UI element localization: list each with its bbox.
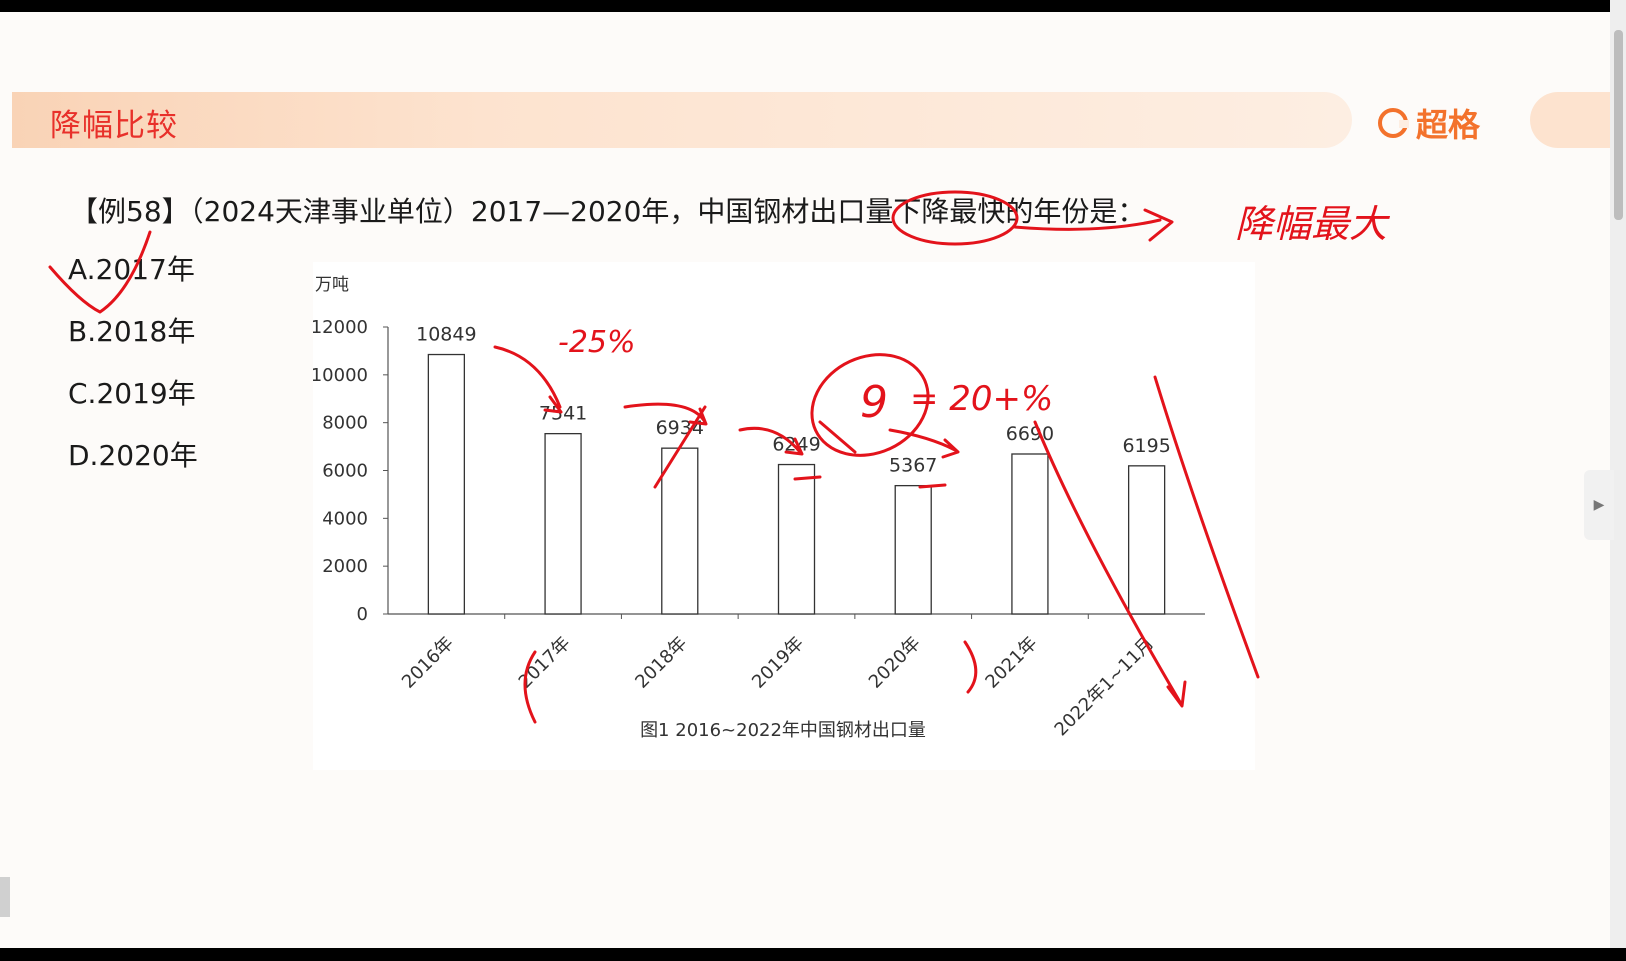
- bar-value-label: 6934: [656, 417, 704, 439]
- option-a[interactable]: A.2017年: [68, 248, 195, 288]
- bar-value-label: 5367: [889, 455, 937, 477]
- x-category-label: 2017年: [515, 633, 575, 693]
- ink-note-right: 降幅最大: [1235, 202, 1391, 246]
- chart-panel: 万吨 0 2000 4000 6000 8000 10000 12000 10849 2016年 7…: [311, 262, 1255, 770]
- bar: [1011, 453, 1049, 615]
- y-tick-label: 0: [357, 604, 368, 625]
- y-unit-label: 万吨: [315, 275, 349, 295]
- bottom-bar: [0, 948, 1626, 961]
- y-tick-label: 12000: [313, 317, 368, 338]
- bar-value-label: 7541: [539, 403, 587, 425]
- bar-chart: 万吨 0 2000 4000 6000 8000 10000 12000 10849 2016年 7…: [311, 275, 1205, 741]
- left-edge-marker: [0, 877, 10, 917]
- chart-caption: 图1 2016~2022年中国钢材出口量: [640, 720, 926, 741]
- brand-logo-icon: [1378, 108, 1409, 138]
- slide: 降幅比较 超格 【例58】（2024天津事业单位）2017—2020年，中国钢材…: [0, 12, 1610, 948]
- x-category-label: 2018年: [631, 633, 691, 693]
- x-category-label: 2019年: [748, 633, 808, 693]
- bar-value-label: 6690: [1006, 423, 1054, 445]
- brand-logo-text: 超格: [1416, 106, 1481, 144]
- y-tick-label: 2000: [322, 556, 368, 577]
- y-tick-label: 4000: [322, 508, 368, 529]
- bar: [661, 447, 699, 615]
- y-tick-label: 10000: [313, 365, 368, 386]
- question-text: 【例58】（2024天津事业单位）2017—2020年，中国钢材出口量下降最快的…: [70, 195, 1146, 228]
- bar-value-label: 6195: [1122, 435, 1170, 457]
- option-b[interactable]: B.2018年: [68, 310, 195, 350]
- section-title: 降幅比较: [50, 108, 178, 144]
- bar: [544, 432, 582, 615]
- bar-value-label: 6249: [772, 434, 820, 456]
- x-category-label: 2021年: [981, 633, 1041, 693]
- header-band: [12, 92, 1352, 148]
- bar: [777, 463, 816, 615]
- bar: [427, 353, 466, 615]
- bar: [894, 484, 932, 615]
- option-c[interactable]: C.2019年: [68, 372, 196, 412]
- y-tick-label: 8000: [322, 413, 368, 434]
- scroll-thumb[interactable]: [1614, 30, 1623, 220]
- side-panel-toggle-icon[interactable]: ▶: [1584, 470, 1614, 540]
- y-tick-label: 6000: [322, 461, 368, 482]
- bar-value-label: 10849: [416, 324, 476, 346]
- x-category-label: 2016年: [398, 633, 458, 693]
- brand-logo: 超格: [1378, 100, 1480, 146]
- x-category-label: 2020年: [865, 633, 925, 693]
- x-category-label: 2022年1~11月: [1051, 633, 1159, 741]
- option-d[interactable]: D.2020年: [68, 434, 198, 474]
- header-band-right: [1530, 92, 1610, 148]
- bar: [1127, 465, 1166, 615]
